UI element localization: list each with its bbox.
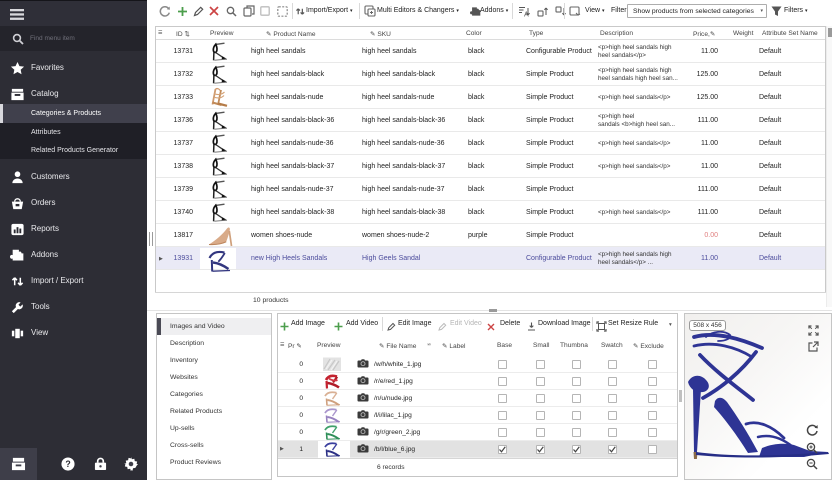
svg-text:?: ? xyxy=(65,459,70,469)
